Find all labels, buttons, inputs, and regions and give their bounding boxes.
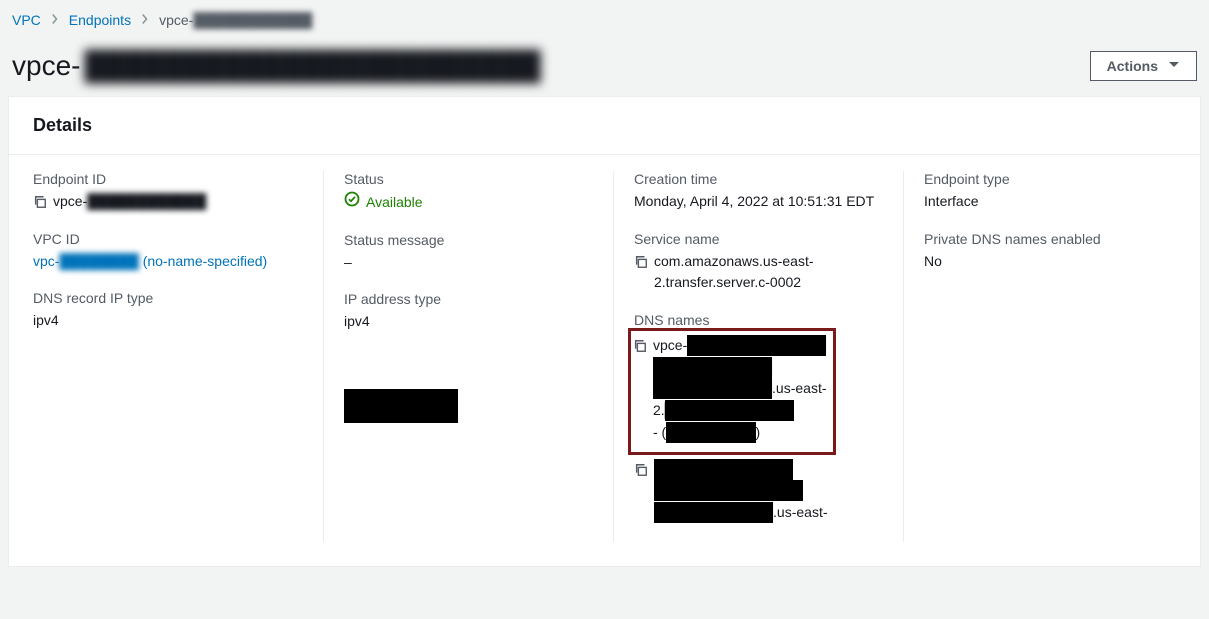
ip-address-type-label: IP address type (344, 291, 593, 307)
service-name-label: Service name (634, 231, 883, 247)
details-col-3: Creation time Monday, April 4, 2022 at 1… (613, 171, 903, 542)
creation-time-label: Creation time (634, 171, 883, 187)
breadcrumb: VPC Endpoints vpce-████████████ (8, 12, 1201, 44)
copy-icon[interactable] (634, 254, 648, 268)
dns-record-ip-type-label: DNS record IP type (33, 290, 303, 306)
redacted-block (344, 389, 458, 423)
redacted-text: ███████████████ (654, 480, 803, 501)
status-value: Available (344, 191, 593, 214)
caret-down-icon (1168, 58, 1180, 74)
copy-icon[interactable] (33, 194, 47, 208)
ip-address-type-value: ipv4 (344, 311, 593, 333)
dns-name-2: ██████████████ ███████████████ █████████… (654, 459, 828, 524)
copy-icon[interactable] (633, 338, 647, 352)
copy-icon[interactable] (634, 462, 648, 476)
page-title: vpce-███████████████████████ (12, 50, 541, 82)
details-col-2: Status Available Status message – IP add… (323, 171, 613, 542)
redacted-text: ██████████████ (654, 459, 793, 480)
panel-title: Details (9, 97, 1200, 155)
private-dns-label: Private DNS names enabled (924, 231, 1173, 247)
dns-names-highlighted: vpce-██████████████ ████████████ ███████… (628, 328, 836, 454)
status-message-label: Status message (344, 232, 593, 248)
redacted-text: █████████ (666, 422, 755, 443)
private-dns-value: No (924, 251, 1173, 273)
redacted-text: ████████████ (654, 502, 773, 523)
status-label: Status (344, 171, 593, 187)
endpoint-type-value: Interface (924, 191, 1173, 213)
details-panel: Details Endpoint ID vpce-████████████ (8, 96, 1201, 567)
dns-names-label: DNS names (634, 312, 883, 328)
details-col-4: Endpoint type Interface Private DNS name… (903, 171, 1193, 542)
vpc-id-label: VPC ID (33, 231, 303, 247)
redacted-text: ████████ (59, 253, 138, 269)
redacted-text: █████████████ (665, 400, 794, 421)
endpoint-id-label: Endpoint ID (33, 171, 303, 187)
dns-name-1: vpce-██████████████ ████████████ ███████… (653, 335, 827, 443)
vpc-id-link[interactable]: vpc-████████ (no-name-specified) (33, 251, 303, 273)
redacted-text: ███████████████████████ (84, 50, 540, 82)
breadcrumb-vpc[interactable]: VPC (12, 12, 41, 28)
creation-time-value: Monday, April 4, 2022 at 10:51:31 EDT (634, 191, 883, 213)
breadcrumb-endpoints[interactable]: Endpoints (69, 12, 131, 28)
chevron-right-icon (51, 12, 59, 28)
details-col-1: Endpoint ID vpce-████████████ VPC ID vpc… (33, 171, 323, 542)
status-message-value: – (344, 252, 593, 274)
actions-button[interactable]: Actions (1090, 51, 1197, 81)
service-name-value: com.amazonaws.us-east-2.transfer.server.… (654, 251, 883, 294)
dns-record-ip-type-value: ipv4 (33, 310, 303, 332)
redacted-text: ████████████ (193, 12, 312, 28)
redacted-text: ████████████ (87, 193, 206, 209)
chevron-right-icon (141, 12, 149, 28)
endpoint-id-value: vpce-████████████ (53, 191, 206, 213)
actions-label: Actions (1107, 58, 1158, 74)
breadcrumb-current: vpce-████████████ (159, 12, 312, 28)
redacted-text: ██████████████ (687, 335, 826, 356)
redacted-text: ████████████ (653, 378, 772, 399)
endpoint-type-label: Endpoint type (924, 171, 1173, 187)
check-circle-icon (344, 191, 360, 214)
redacted-text: ████████████ (653, 357, 772, 378)
